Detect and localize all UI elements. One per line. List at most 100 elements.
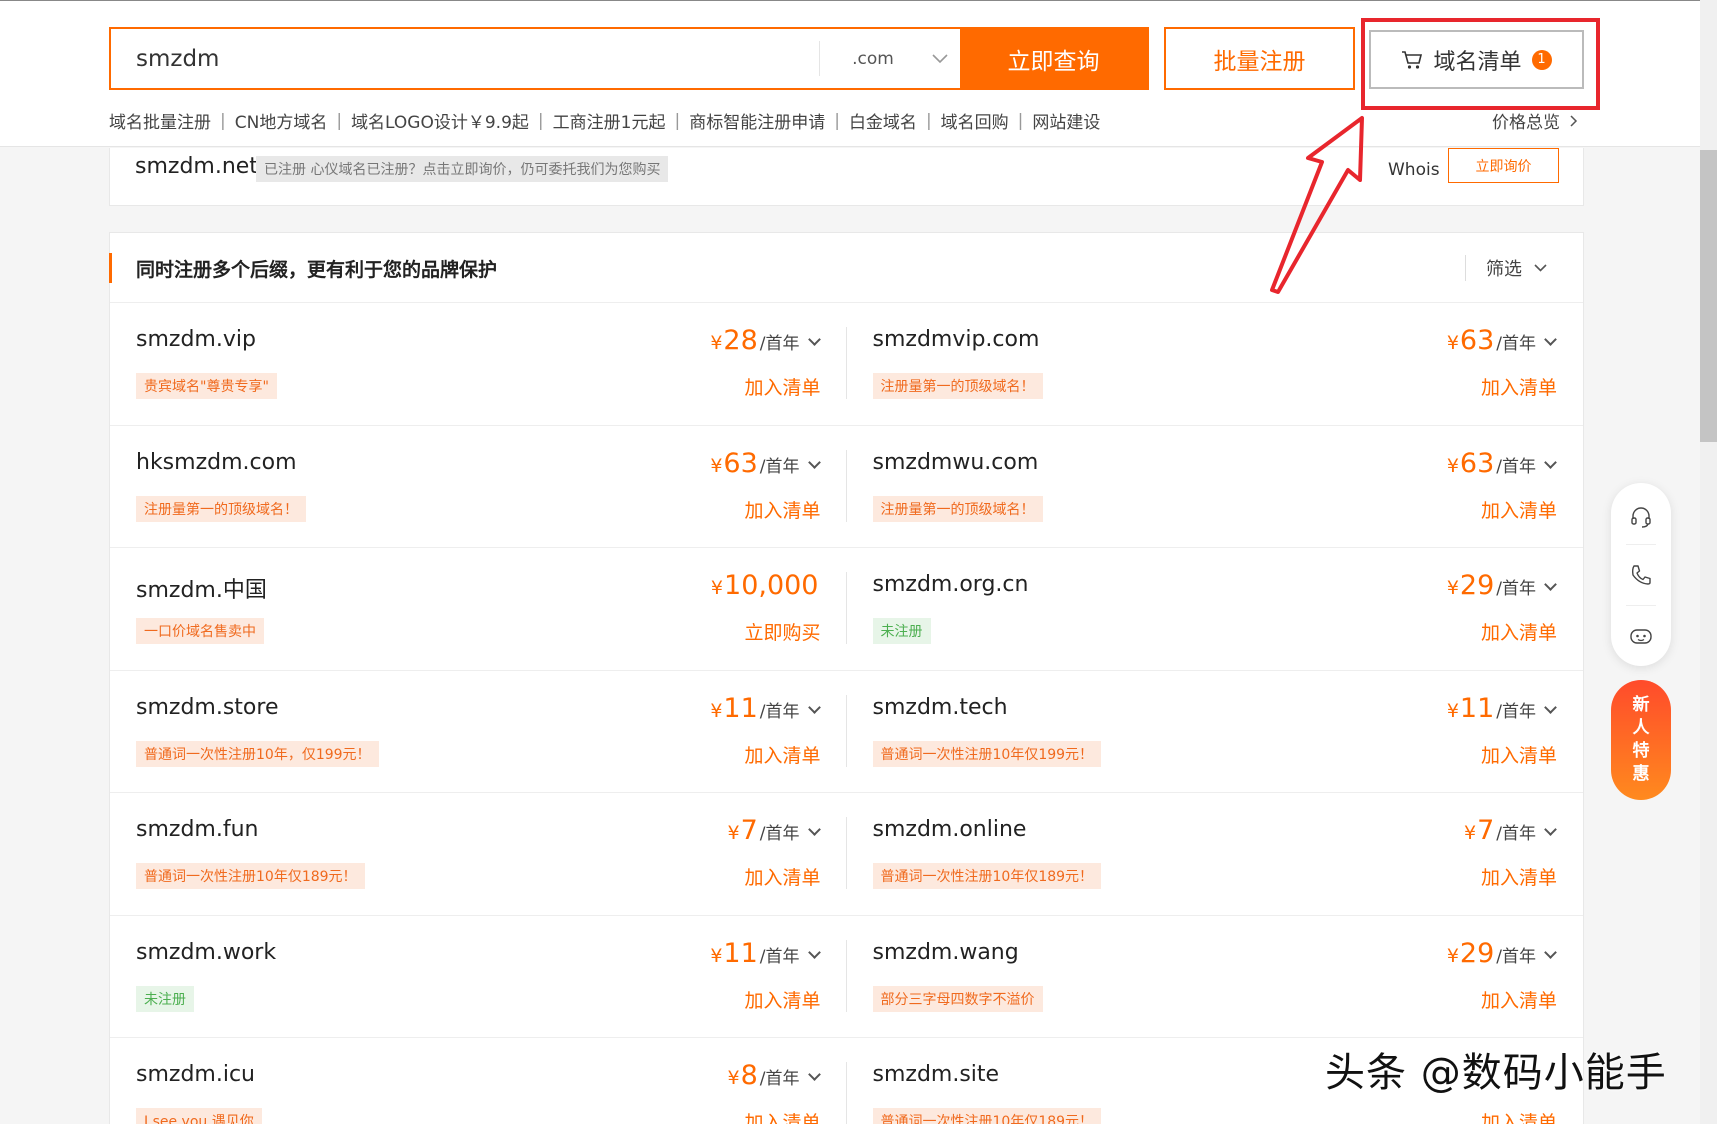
- add-to-list-button[interactable]: 加入清单: [1481, 741, 1557, 768]
- add-to-list-button[interactable]: 加入清单: [744, 373, 820, 400]
- batch-register-button[interactable]: 批量注册: [1164, 27, 1355, 90]
- chat-bot-icon[interactable]: [1629, 623, 1653, 647]
- promo-char: 人: [1632, 718, 1650, 738]
- price[interactable]: ¥ 63 /首年: [710, 447, 821, 479]
- watermark: 头条 @数码小能手: [1325, 1050, 1667, 1096]
- currency: ¥: [1446, 577, 1459, 599]
- domain-result-cell: smzdm.store 普通词一次性注册10年，仅199元！ ¥ 11 /首年 …: [110, 671, 847, 793]
- domain-tag: 贵宾域名"尊贵专享": [136, 373, 277, 399]
- domain-name: smzdmwu.com: [872, 449, 1039, 475]
- domain-name: smzdm.online: [872, 817, 1027, 842]
- add-to-list-button[interactable]: 加入清单: [1481, 373, 1557, 400]
- suffix-select[interactable]: .com: [819, 41, 960, 76]
- add-to-list-button[interactable]: 立即购买: [744, 618, 820, 645]
- price[interactable]: ¥ 63 /首年: [1447, 448, 1557, 479]
- domain-search-input[interactable]: [111, 29, 819, 88]
- quicklink[interactable]: 商标智能注册申请: [689, 108, 825, 133]
- price[interactable]: ¥ 11 /首年: [710, 693, 821, 724]
- quicklink[interactable]: 网站建设: [1032, 108, 1100, 133]
- add-to-list-button[interactable]: 加入清单: [744, 986, 820, 1013]
- annotation-arrow-icon: [1270, 116, 1364, 294]
- chevron-right-icon: [1570, 114, 1578, 127]
- domain-result-cell: smzdm.fun 普通词一次性注册10年仅189元！ ¥ 7 /首年 加入清单: [110, 793, 847, 916]
- price[interactable]: ¥ 11 /首年: [710, 937, 821, 969]
- add-to-list-button[interactable]: 加入清单: [1481, 863, 1557, 890]
- domain-tag: 普通词一次性注册10年仅199元！: [872, 740, 1102, 767]
- domain-result-cell: hksmzdm.com 注册量第一的顶级域名！ ¥ 63 /首年 加入清单: [110, 426, 847, 548]
- domain-tag: 注册量第一的顶级域名！: [136, 495, 306, 522]
- separator: |: [925, 110, 932, 131]
- filter-label: 筛选: [1486, 259, 1522, 280]
- headset-icon[interactable]: [1629, 505, 1653, 529]
- add-to-list-button[interactable]: 加入清单: [744, 741, 820, 768]
- price[interactable]: ¥ 29 /首年: [1446, 570, 1557, 601]
- scrollbar-thumb[interactable]: [1700, 150, 1717, 442]
- currency: ¥: [1446, 332, 1459, 354]
- price-amount: 8: [740, 1060, 758, 1091]
- quicklink[interactable]: 域名回购: [941, 108, 1009, 133]
- price-amount: 29: [1459, 570, 1495, 601]
- currency: ¥: [710, 332, 723, 354]
- domain-result-cell: smzdm.org.cn 未注册 ¥ 29 /首年 加入清单: [846, 548, 1583, 671]
- price[interactable]: ¥ 11 /首年: [1446, 693, 1557, 724]
- price-amount: 63: [1459, 325, 1495, 356]
- top-bar: .com 立即查询 批量注册 域名清单 1 域名批量注册 | CN地方域名 | 域名…: [0, 0, 1700, 147]
- price[interactable]: ¥ 28 /首年: [710, 325, 821, 356]
- price[interactable]: ¥ 8 /首年: [727, 1060, 821, 1091]
- separator: |: [336, 110, 343, 131]
- add-to-list-button[interactable]: 加入清单: [1481, 618, 1557, 645]
- price[interactable]: ¥ 10,000: [711, 570, 819, 601]
- chevron-down-icon: [807, 455, 821, 469]
- panel-title: 同时注册多个后缀，更有利于您的品牌保护: [136, 259, 498, 281]
- add-to-list-button[interactable]: 加入清单: [1481, 986, 1557, 1013]
- domain-tag: 未注册: [872, 618, 931, 644]
- add-to-list-button[interactable]: 加入清单: [744, 1108, 820, 1124]
- price-amount: 7: [1477, 815, 1495, 846]
- domain-tag: 注册量第一的顶级域名！: [872, 495, 1043, 522]
- query-button[interactable]: 立即查询: [960, 29, 1147, 88]
- filter-button[interactable]: 筛选: [1465, 255, 1547, 281]
- divider: [1626, 544, 1656, 545]
- phone-icon[interactable]: [1629, 563, 1653, 587]
- inquire-button[interactable]: 立即询价: [1448, 148, 1559, 183]
- divider: [1626, 605, 1656, 606]
- chevron-down-icon: [932, 53, 948, 63]
- quicklink[interactable]: 域名LOGO设计￥9.9起: [351, 108, 529, 133]
- promo-char: 特: [1632, 741, 1650, 761]
- add-to-list-button[interactable]: 加入清单: [744, 863, 820, 890]
- domain-result-cell: smzdm.work 未注册 ¥ 11 /首年 加入清单: [110, 916, 847, 1038]
- price-unit: /首年: [1496, 456, 1536, 477]
- new-user-promo-button[interactable]: 新 人 特 惠: [1611, 680, 1671, 800]
- price-amount: 11: [723, 937, 758, 969]
- suffix-value: .com: [852, 48, 894, 69]
- domain-tag: 注册量第一的顶级域名！: [872, 373, 1043, 399]
- price-unit: /首年: [759, 701, 800, 722]
- price[interactable]: ¥ 63 /首年: [1446, 325, 1557, 356]
- domain-name: smzdm.site: [872, 1062, 1000, 1087]
- add-to-list-button[interactable]: 加入清单: [1481, 496, 1557, 523]
- price[interactable]: ¥ 7 /首年: [727, 815, 821, 846]
- separator: |: [1017, 110, 1024, 131]
- domain-list-button[interactable]: 域名清单 1: [1369, 30, 1584, 89]
- price-overview-link[interactable]: 价格总览: [1492, 108, 1578, 133]
- currency: ¥: [1446, 699, 1459, 722]
- chevron-down-icon: [1544, 578, 1557, 591]
- add-to-list-button[interactable]: 加入清单: [744, 496, 820, 523]
- price[interactable]: ¥ 29 /首年: [1447, 938, 1557, 969]
- quicklink[interactable]: CN地方域名: [235, 108, 328, 133]
- cart-count-badge: 1: [1531, 49, 1552, 70]
- promo-char: 新: [1632, 695, 1650, 715]
- quicklink[interactable]: 域名批量注册: [109, 108, 211, 133]
- price-amount: 63: [723, 447, 758, 479]
- add-to-list-button[interactable]: 加入清单: [1481, 1108, 1557, 1124]
- cart-icon: [1402, 50, 1423, 69]
- price-unit: /首年: [759, 824, 800, 844]
- search-box: .com 立即查询: [109, 27, 1149, 90]
- quicklink[interactable]: 白金域名: [849, 108, 917, 133]
- currency: ¥: [727, 1067, 740, 1089]
- domain-result-cell: smzdm.中国 一口价域名售卖中 ¥ 10,000 立即购买: [110, 548, 847, 671]
- quicklink[interactable]: 工商注册1元起: [553, 108, 666, 133]
- whois-link[interactable]: Whois: [1388, 160, 1440, 180]
- price[interactable]: ¥ 7 /首年: [1464, 815, 1557, 846]
- domain-tag: 部分三字母四数字不溢价: [872, 985, 1043, 1012]
